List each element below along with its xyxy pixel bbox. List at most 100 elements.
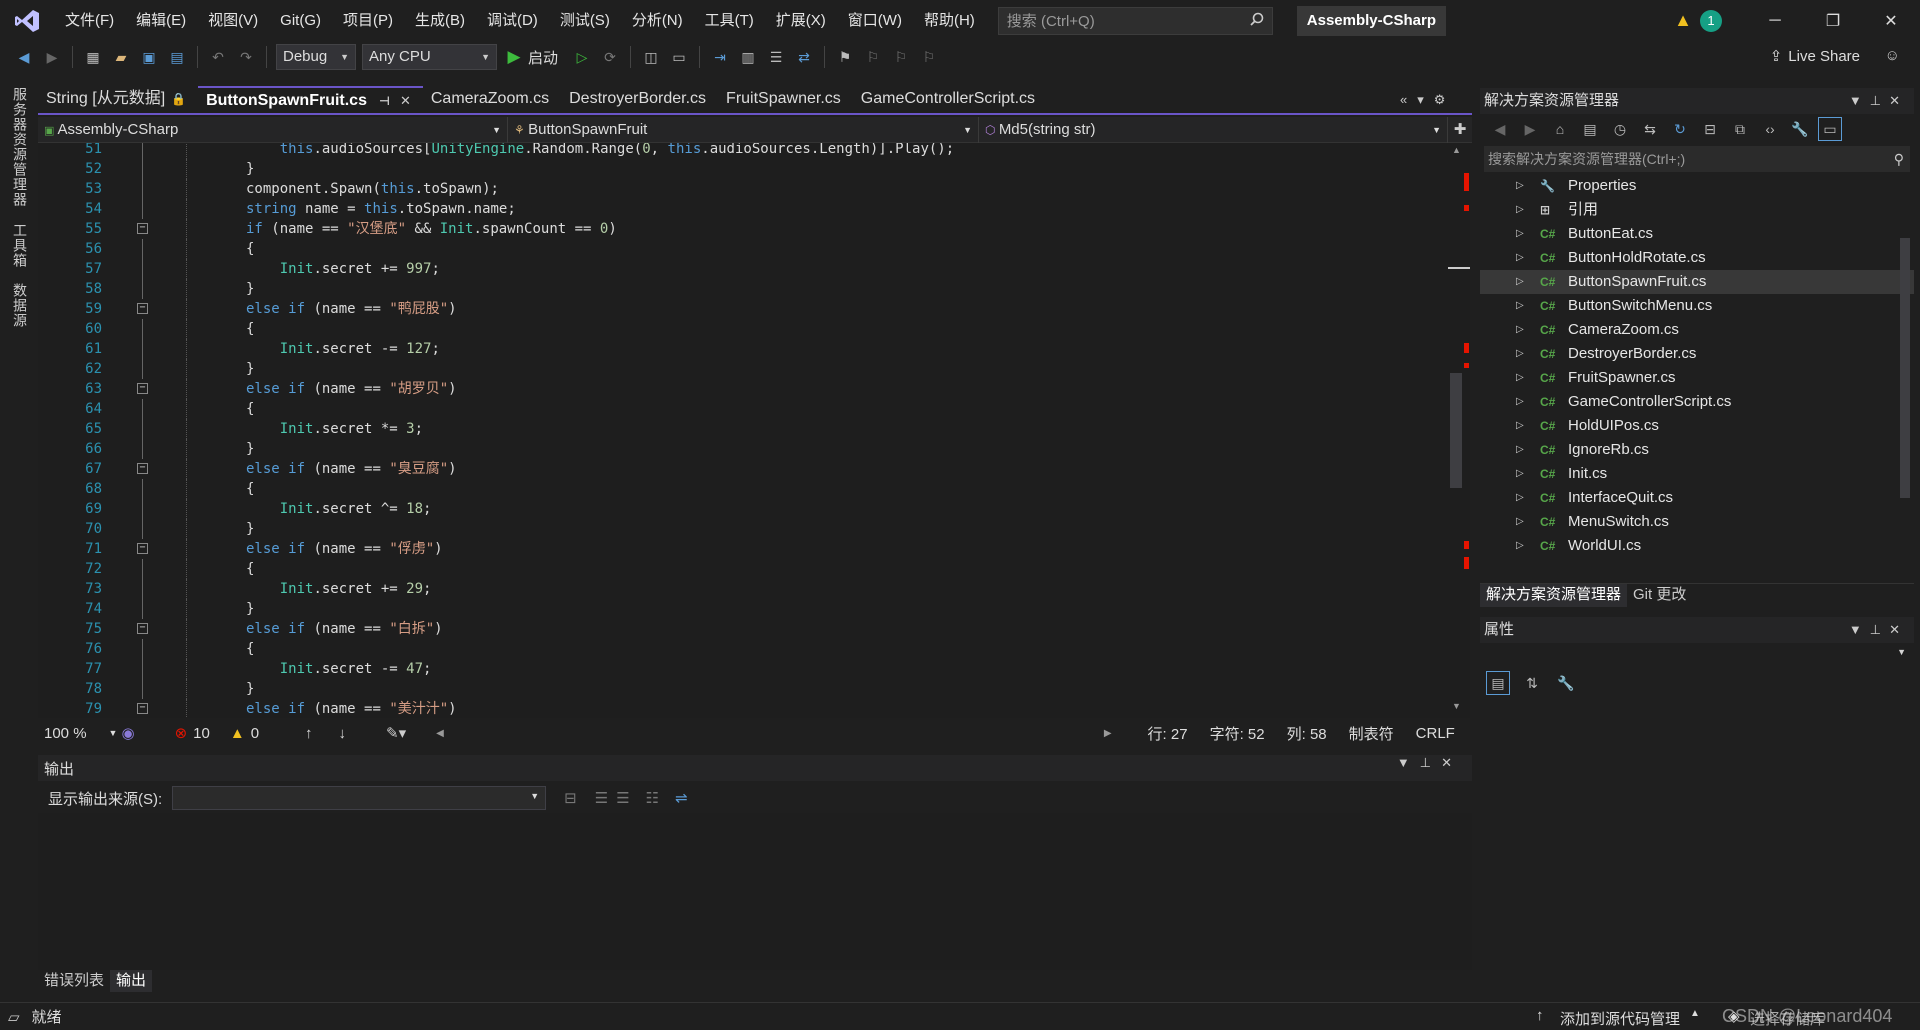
close-icon[interactable]: ✕	[1441, 755, 1462, 770]
warning-count[interactable]: 0	[251, 725, 259, 742]
find-message-icon[interactable]: ⊟	[564, 789, 577, 807]
code-line[interactable]: 79 − else if (name == "美汁汁")	[38, 699, 1448, 718]
fold-toggle-icon[interactable]: −	[137, 463, 148, 474]
property-pages-icon[interactable]: 🔧	[1554, 671, 1578, 695]
fold-toggle-icon[interactable]: −	[137, 303, 148, 314]
tab-git-changes[interactable]: Git 更改	[1627, 584, 1692, 607]
new-project-icon[interactable]: ▦	[81, 45, 105, 69]
nav-class-select[interactable]: ⚘ ButtonSpawnFruit ▼	[508, 117, 979, 143]
menu-item[interactable]: 工具(T)	[694, 0, 765, 41]
eol-indicator[interactable]: CRLF	[1416, 725, 1455, 742]
warning-icon[interactable]: ▲	[230, 725, 245, 742]
sync-icon[interactable]: ⇆	[1638, 117, 1662, 141]
tab-document[interactable]: CameraZoom.cs	[423, 86, 561, 113]
code-line[interactable]: 55 − if (name == "汉堡底" && Init.spawnCount …	[38, 219, 1448, 239]
expand-icon[interactable]: ▷	[1516, 438, 1524, 462]
row-indicator[interactable]: 行: 27	[1148, 723, 1188, 744]
close-icon[interactable]: ✕	[1889, 622, 1908, 637]
browse-icon[interactable]: ◫	[639, 45, 663, 69]
tree-item[interactable]: ▷ C# FruitSpawner.cs	[1480, 366, 1914, 390]
code-editor[interactable]: 51 this.audioSources[UnityEngine.Random.…	[38, 143, 1448, 718]
clear-all-icon[interactable]: ☷	[646, 789, 659, 807]
menu-item[interactable]: 生成(B)	[404, 0, 476, 41]
feedback-icon[interactable]: ☺	[1885, 47, 1900, 64]
cleanup-icon[interactable]: ✎▾	[386, 724, 406, 742]
code-line[interactable]: 68 {	[38, 479, 1448, 499]
split-editor-icon[interactable]: ✚	[1448, 117, 1472, 142]
add-source-control-button[interactable]: 添加到源代码管理	[1560, 1008, 1680, 1029]
indent-indicator[interactable]: 制表符	[1349, 723, 1394, 744]
expand-icon[interactable]: ▷	[1516, 246, 1524, 270]
tree-item[interactable]: ▷ C# GameControllerScript.cs	[1480, 390, 1914, 414]
chevron-down-icon[interactable]: ▼	[1849, 93, 1870, 108]
solution-search-input[interactable]: 搜索解决方案资源管理器(Ctrl+;) ⚲	[1484, 146, 1910, 172]
upload-icon[interactable]: ↑	[1536, 1007, 1544, 1024]
minimize-icon[interactable]: ─	[1746, 0, 1804, 41]
expand-icon[interactable]: ▷	[1516, 390, 1524, 414]
close-icon[interactable]: ✕	[1889, 93, 1908, 108]
undo-icon[interactable]: ↶	[206, 45, 230, 69]
data-sources-tab[interactable]: 数据源	[10, 283, 30, 328]
code-line[interactable]: 57 Init.secret += 997;	[38, 259, 1448, 279]
menu-item[interactable]: 测试(S)	[549, 0, 621, 41]
word-wrap-icon[interactable]: ⇌	[675, 789, 688, 807]
expand-icon[interactable]: ▷	[1516, 342, 1524, 366]
back-icon[interactable]: ◀	[1488, 117, 1512, 141]
chevron-down-icon[interactable]: ▼	[1849, 622, 1870, 637]
start-without-debug-icon[interactable]: ▷	[570, 45, 594, 69]
tree-item[interactable]: ▷ C# IgnoreRb.cs	[1480, 438, 1914, 462]
expand-icon[interactable]: ▷	[1516, 414, 1524, 438]
pin-icon[interactable]: ⊥	[1420, 755, 1441, 770]
code-line[interactable]: 74}	[38, 599, 1448, 619]
expand-icon[interactable]: ▷	[1516, 198, 1524, 222]
hot-reload-icon[interactable]: ⟳	[598, 45, 622, 69]
tree-item[interactable]: ▷ C# WorldUI.cs	[1480, 534, 1914, 558]
code-line[interactable]: 78}	[38, 679, 1448, 699]
code-line[interactable]: 67 − else if (name == "臭豆腐")	[38, 459, 1448, 479]
code-line[interactable]: 69 Init.secret ^= 18;	[38, 499, 1448, 519]
expand-icon[interactable]: ▷	[1516, 294, 1524, 318]
code-line[interactable]: 73 Init.secret += 29;	[38, 579, 1448, 599]
back-icon[interactable]: ◀	[12, 45, 36, 69]
alphabetical-icon[interactable]: ⇅	[1520, 671, 1544, 695]
code-line[interactable]: 64 {	[38, 399, 1448, 419]
code-line[interactable]: 77 Init.secret -= 47;	[38, 659, 1448, 679]
menu-item[interactable]: 编辑(E)	[125, 0, 197, 41]
code-line[interactable]: 51 this.audioSources[UnityEngine.Random.…	[38, 143, 1448, 159]
pin-icon[interactable]: ⊣	[379, 94, 390, 108]
tab-document[interactable]: ButtonSpawnFruit.cs ⊣ ✕	[198, 86, 423, 113]
expand-icon[interactable]: ▷	[1516, 510, 1524, 534]
tree-item[interactable]: ▷ ⊞ 引用	[1480, 198, 1914, 222]
editor-vertical-scrollbar[interactable]: ▲ ▼	[1448, 143, 1470, 718]
tree-item[interactable]: ▷ C# CameraZoom.cs	[1480, 318, 1914, 342]
code-line[interactable]: 61 Init.secret -= 127;	[38, 339, 1448, 359]
expand-icon[interactable]: ▷	[1516, 366, 1524, 390]
menu-item[interactable]: Git(G)	[269, 0, 332, 41]
code-line[interactable]: 75 − else if (name == "白拆")	[38, 619, 1448, 639]
config-select[interactable]: Debug ▼	[276, 44, 356, 70]
menu-item[interactable]: 分析(N)	[621, 0, 694, 41]
code-line[interactable]: 72 {	[38, 559, 1448, 579]
layout-icon[interactable]: ▭	[667, 45, 691, 69]
comment-icon[interactable]: ⇄	[792, 45, 816, 69]
scroll-right-icon[interactable]: ▶	[1104, 728, 1112, 739]
error-count[interactable]: 10	[193, 725, 210, 742]
code-line[interactable]: 58}	[38, 279, 1448, 299]
code-line[interactable]: 63 − else if (name == "胡罗贝")	[38, 379, 1448, 399]
solution-name-badge[interactable]: Assembly-CSharp	[1296, 5, 1446, 36]
tab-solution-explorer[interactable]: 解决方案资源管理器	[1480, 584, 1628, 607]
restore-icon[interactable]: ❐	[1804, 0, 1862, 41]
menu-item[interactable]: 文件(F)	[54, 0, 125, 41]
code-line[interactable]: 62}	[38, 359, 1448, 379]
fold-toggle-icon[interactable]: −	[137, 623, 148, 634]
expand-icon[interactable]: ▷	[1516, 270, 1524, 294]
open-folder-icon[interactable]: ▰	[109, 45, 133, 69]
notification-badge[interactable]: 1	[1700, 9, 1722, 32]
code-line[interactable]: 53 component.Spawn(this.toSpawn);	[38, 179, 1448, 199]
scrollbar-thumb[interactable]	[1450, 373, 1462, 488]
show-all-files-icon[interactable]: ⧉	[1728, 117, 1752, 141]
redo-icon[interactable]: ↷	[234, 45, 258, 69]
tree-item[interactable]: ▷ C# ButtonSwitchMenu.cs	[1480, 294, 1914, 318]
zoom-select[interactable]: 100 %	[44, 725, 87, 742]
tab-error-list[interactable]: 错误列表	[38, 970, 110, 992]
